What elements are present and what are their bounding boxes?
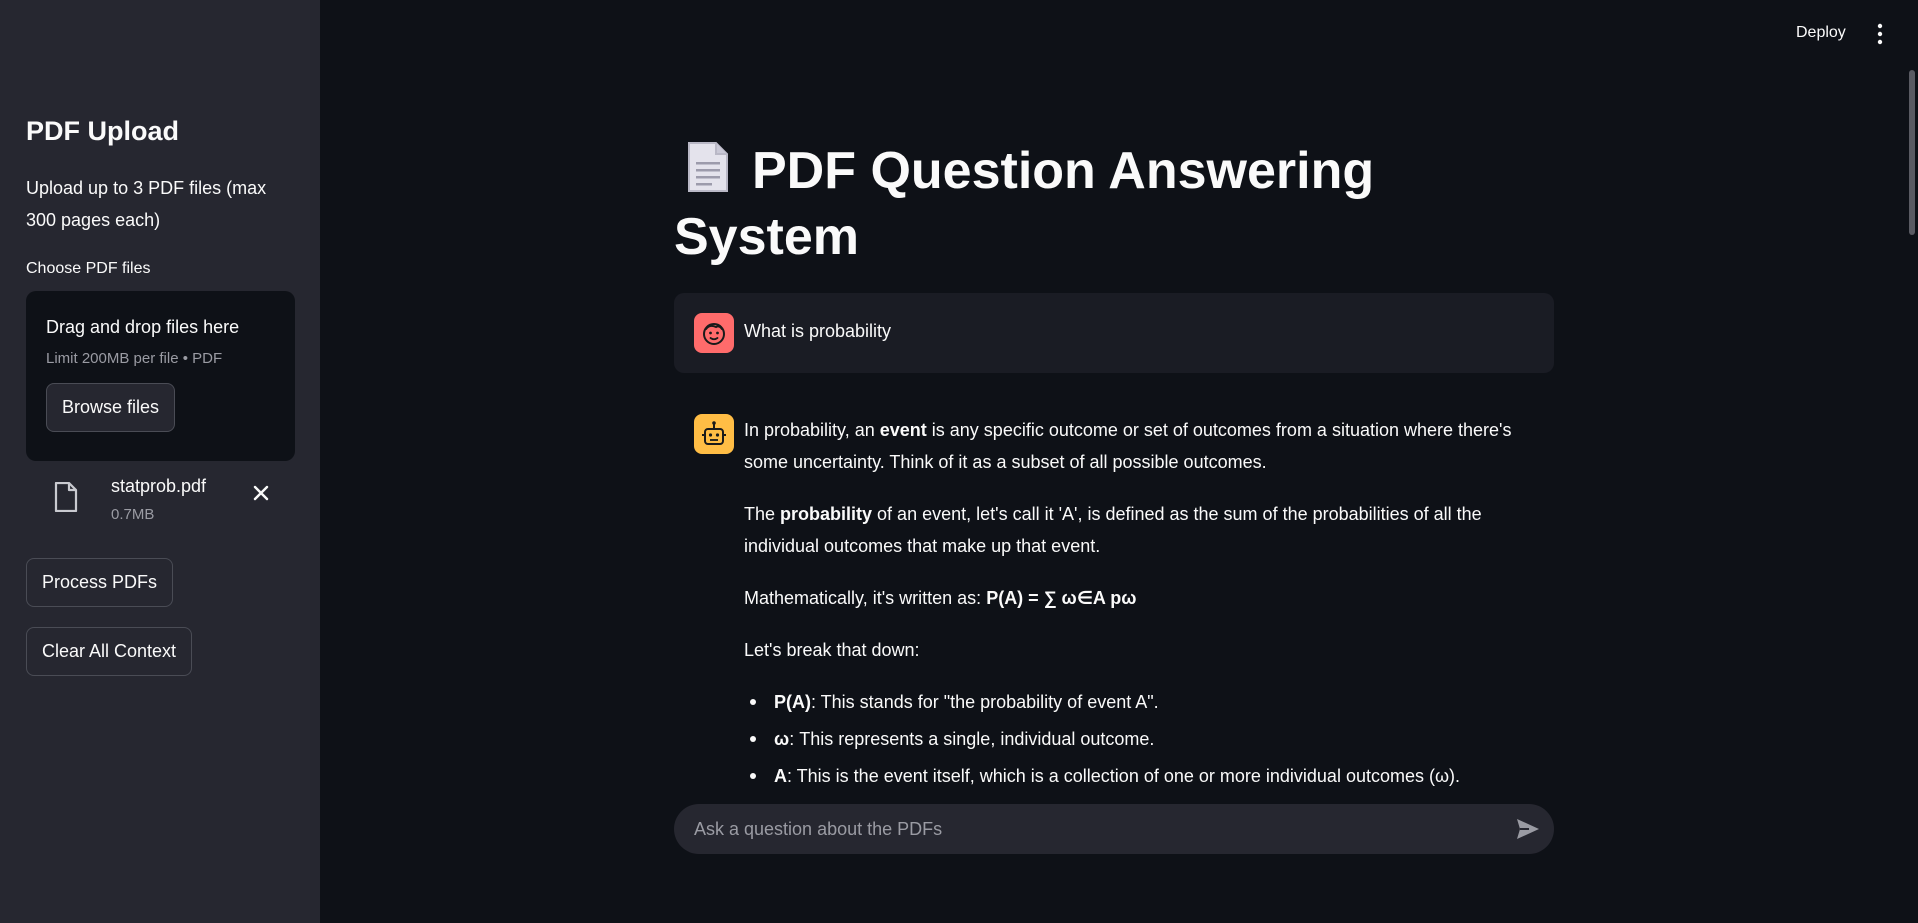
uploaded-file-row: statprob.pdf 0.7MB [26,472,295,532]
deploy-button[interactable]: Deploy [1796,24,1846,42]
answer-paragraph: The probability of an event, let's call … [744,504,1482,556]
chat-message-user: What is probability [674,293,1554,373]
user-face-icon [694,313,734,353]
page-scrollbar[interactable] [1909,70,1915,235]
file-icon [54,482,78,512]
user-message-text: What is probability [744,321,892,341]
browse-files-button[interactable]: Browse files [46,383,176,432]
uploader-label: Choose PDF files [26,260,151,277]
file-name: statprob.pdf [111,476,207,496]
file-dropzone[interactable]: Drag and drop files here Limit 200MB per… [26,291,295,461]
clear-context-button[interactable]: Clear All Context [26,627,193,676]
close-icon[interactable] [248,480,274,506]
sidebar-description: Upload up to 3 PDF files (max 300 pages … [26,178,267,230]
chat-input-bar [674,804,1554,854]
answer-bullet-list: P(A): This stands for "the probability o… [744,686,1544,792]
list-item: ω: This represents a single, individual … [744,723,1544,755]
sidebar-title: PDF Upload [26,116,179,146]
dropzone-title: Drag and drop files here [46,317,240,337]
list-item: P(A): This stands for "the probability o… [744,686,1544,718]
app-root: PDF Upload Upload up to 3 PDF files (max… [0,0,1918,923]
answer-paragraph: In probability, an event is any specific… [744,420,1512,472]
page-document-icon [688,142,728,192]
list-item: A: This is the event itself, which is a … [744,760,1544,792]
chat-message-assistant: In probability, an event is any specific… [674,400,1554,800]
sidebar: PDF Upload Upload up to 3 PDF files (max… [0,0,320,923]
process-pdfs-button[interactable]: Process PDFs [26,558,174,607]
send-icon[interactable] [1515,817,1541,841]
page-title-text: PDF Question Answering System [674,142,1375,266]
question-input[interactable] [694,804,1474,854]
answer-paragraph: Let's break that down: [744,640,920,660]
kebab-menu-icon[interactable] [1872,22,1888,46]
page-title: PDF Question Answering System [674,138,1394,270]
dropzone-limit: Limit 200MB per file • PDF [46,350,223,367]
answer-formula: Mathematically, it's written as: P(A) = … [744,588,1137,608]
assistant-message-body: In probability, an event is any specific… [744,414,1544,797]
robot-icon [694,414,734,454]
file-size: 0.7MB [111,506,155,523]
